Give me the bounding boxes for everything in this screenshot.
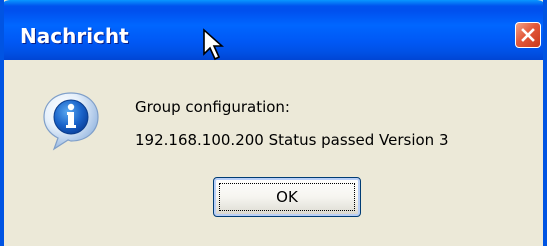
mouse-pointer-icon xyxy=(203,28,224,61)
title-bar[interactable]: Nachricht xyxy=(4,0,543,61)
message-dialog: Nachricht Group configuration: 192.168.1… xyxy=(0,0,547,246)
message-heading: Group configuration: xyxy=(135,98,290,116)
close-button[interactable] xyxy=(515,22,541,48)
message-body: 192.168.100.200 Status passed Version 3 xyxy=(135,131,449,149)
info-icon xyxy=(43,92,99,151)
close-icon xyxy=(521,28,535,42)
window-title: Nachricht xyxy=(20,24,129,48)
ok-button[interactable]: OK xyxy=(213,177,361,217)
ok-button-label: OK xyxy=(219,183,355,211)
